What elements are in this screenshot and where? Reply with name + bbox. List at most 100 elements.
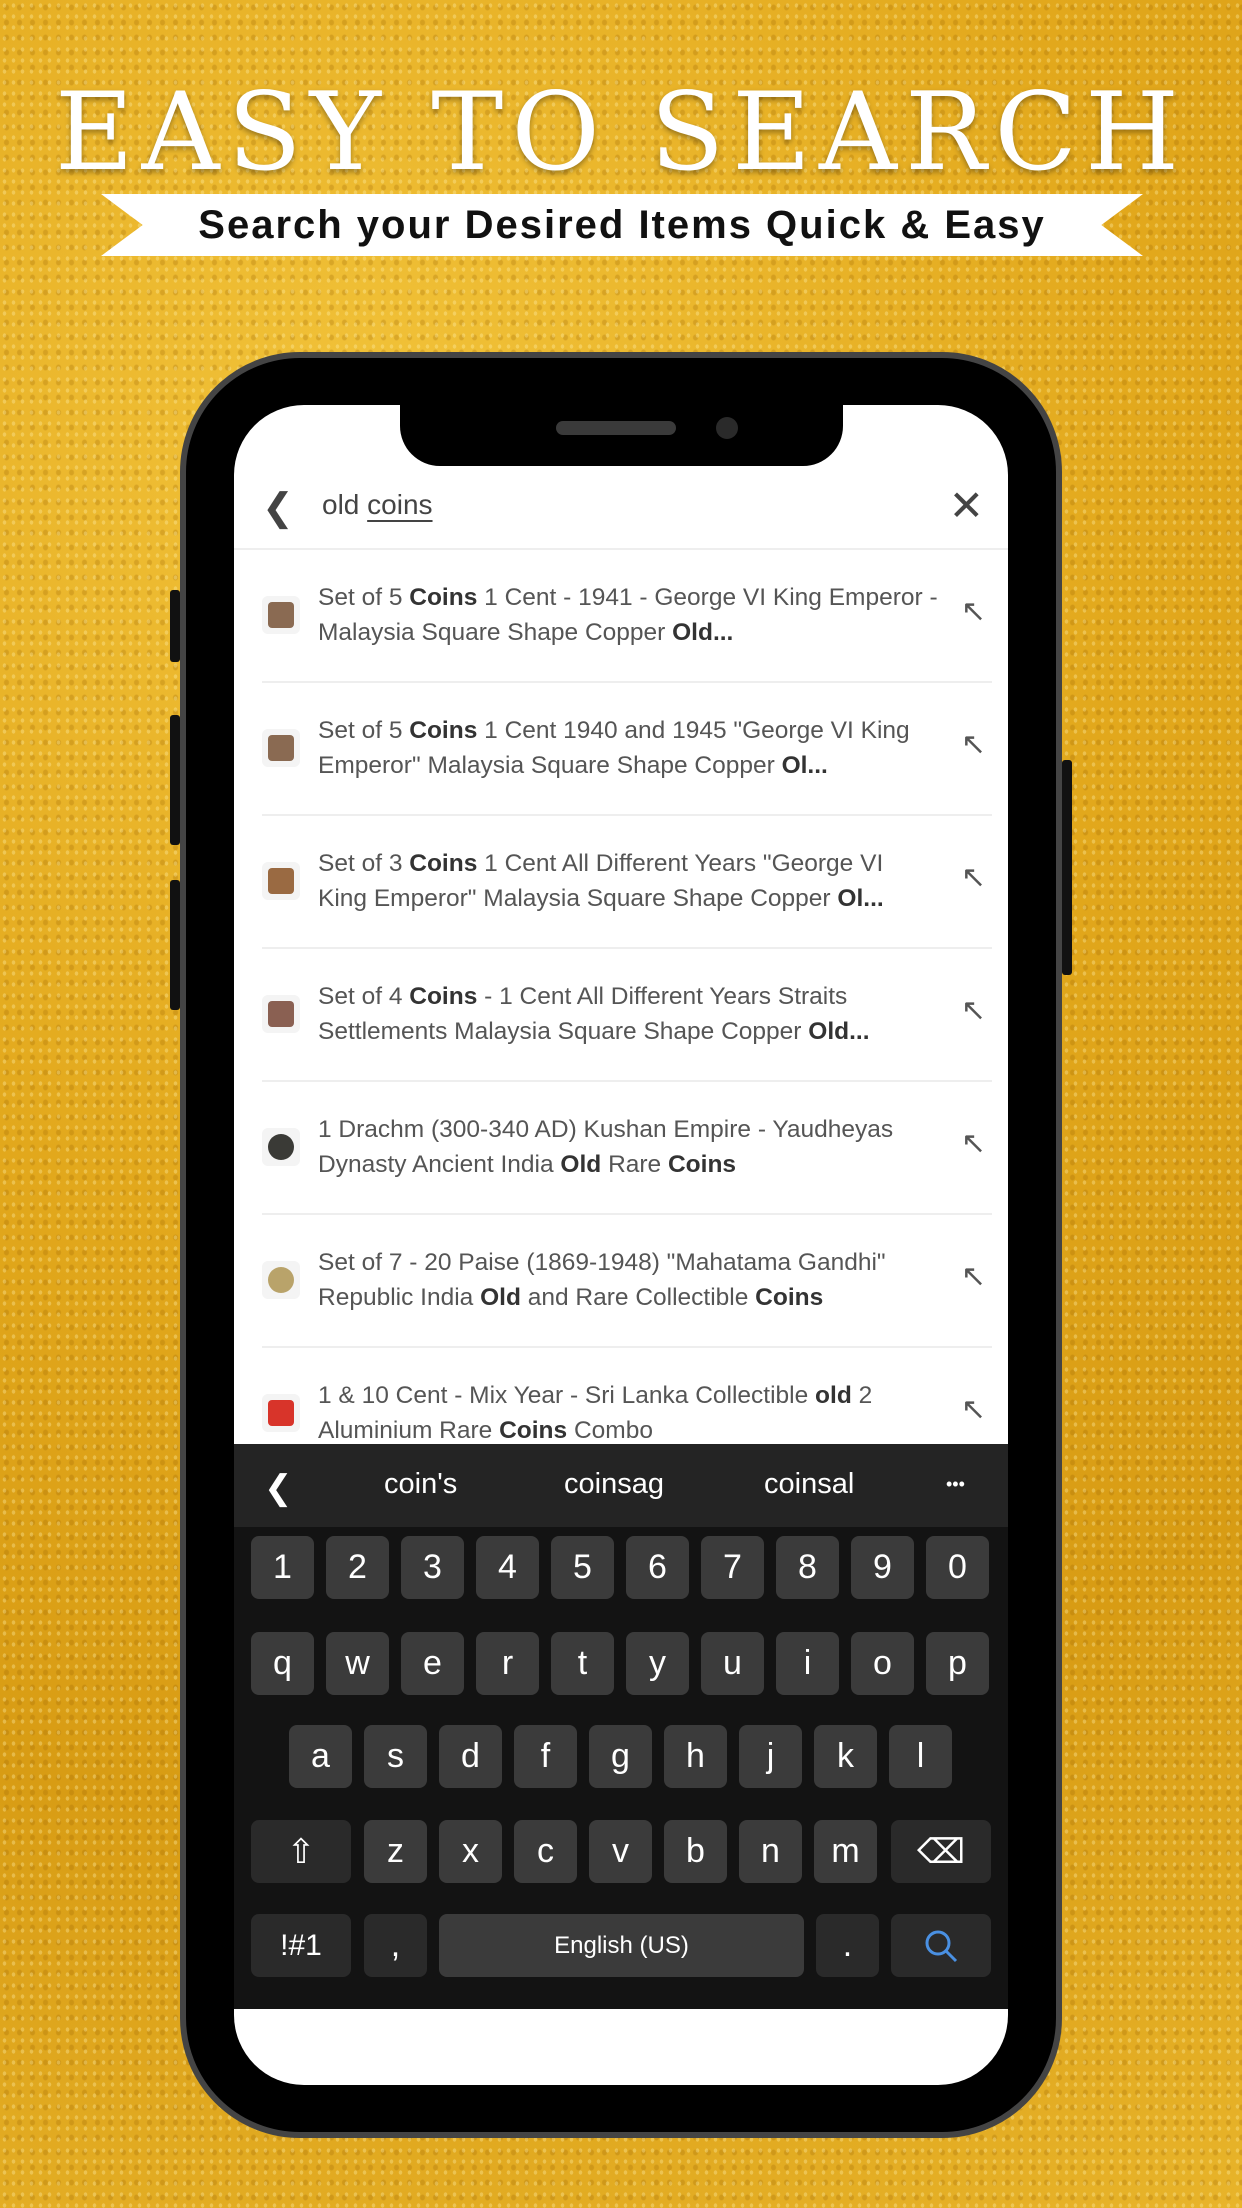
fill-query-arrow-icon[interactable]: ↖ [961,1392,986,1427]
key-9[interactable]: 9 [851,1536,914,1599]
text-segment: Ol... [781,752,828,779]
chevron-left-icon[interactable]: ❮ [262,485,294,530]
key-g[interactable]: g [589,1725,652,1788]
fill-query-arrow-icon[interactable]: ↖ [961,1126,986,1161]
text-segment: Coins [409,983,478,1010]
space-key[interactable]: English (US) [439,1914,804,1977]
text-segment: Coins [409,717,478,744]
word-suggestion[interactable]: coin's [384,1468,457,1501]
key-0[interactable]: 0 [926,1536,989,1599]
text-segment: Rare [601,1151,668,1178]
banner-title: EASY TO SEARCH [54,70,1188,195]
key-a[interactable]: a [289,1725,352,1788]
key-n[interactable]: n [739,1820,802,1883]
key-3[interactable]: 3 [401,1536,464,1599]
fill-query-arrow-icon[interactable]: ↖ [961,1259,986,1294]
comma-key[interactable]: , [364,1914,427,1977]
key-z[interactable]: z [364,1820,427,1883]
suggestion-bar: ❮ coin's coinsag coinsal ••• [234,1444,1008,1527]
query-text: old [322,489,368,520]
key-4[interactable]: 4 [476,1536,539,1599]
coin-thumbnail [262,1128,300,1166]
key-h[interactable]: h [664,1725,727,1788]
text-segment: Coins [499,1417,568,1444]
search-input[interactable]: old coins [322,489,433,521]
key-q[interactable]: q [251,1632,314,1695]
word-suggestion[interactable]: coinsal [764,1468,854,1501]
key-l[interactable]: l [889,1725,952,1788]
list-item[interactable]: 1 Drachm (300-340 AD) Kushan Empire - Ya… [262,1082,992,1215]
list-item[interactable]: Set of 5 Coins 1 Cent - 1941 - George VI… [262,550,992,683]
coin-thumbnail [262,1261,300,1299]
text-segment: Coins [667,1151,737,1178]
fill-query-arrow-icon[interactable]: ↖ [961,727,986,762]
fill-query-arrow-icon[interactable]: ↖ [961,594,986,629]
key-c[interactable]: c [514,1820,577,1883]
key-d[interactable]: d [439,1725,502,1788]
key-p[interactable]: p [926,1632,989,1695]
notch [400,405,843,466]
key-x[interactable]: x [439,1820,502,1883]
text-segment: Coins [409,584,478,611]
list-item[interactable]: Set of 7 - 20 Paise (1869-1948) "Mahatam… [262,1215,992,1348]
phone-button [170,715,180,845]
coin-thumbnail [262,596,300,634]
list-item[interactable]: Set of 4 Coins - 1 Cent All Different Ye… [262,949,992,1082]
key-b[interactable]: b [664,1820,727,1883]
keyboard: ❮ coin's coinsag coinsal ••• 1234567890q… [234,1444,1008,2009]
key-u[interactable]: u [701,1632,764,1695]
text-segment: Coins [409,850,478,877]
text-segment: 1 & 10 Cent - Mix Year - Sri Lanka Colle… [318,1382,816,1409]
key-6[interactable]: 6 [626,1536,689,1599]
key-8[interactable]: 8 [776,1536,839,1599]
key-1[interactable]: 1 [251,1536,314,1599]
key-e[interactable]: e [401,1632,464,1695]
shift-key[interactable]: ⇧ [251,1820,351,1883]
key-k[interactable]: k [814,1725,877,1788]
text-segment: and Rare Collectible [520,1284,756,1311]
key-j[interactable]: j [739,1725,802,1788]
close-icon[interactable]: ✕ [949,481,984,530]
suggestion-list: Set of 5 Coins 1 Cent - 1941 - George VI… [234,550,1008,1481]
key-7[interactable]: 7 [701,1536,764,1599]
symbols-key[interactable]: !#1 [251,1914,351,1977]
key-o[interactable]: o [851,1632,914,1695]
banner-subtitle: Search your Desired Items Quick & Easy [198,203,1046,247]
suggestion-text: Set of 5 Coins 1 Cent - 1941 - George VI… [318,580,938,650]
key-w[interactable]: w [326,1632,389,1695]
more-icon[interactable]: ••• [946,1474,965,1495]
backspace-key[interactable]: ⌫ [891,1820,991,1883]
phone-button [170,590,180,662]
key-y[interactable]: y [626,1632,689,1695]
fill-query-arrow-icon[interactable]: ↖ [961,993,986,1028]
search-icon[interactable] [891,1914,991,1977]
list-item[interactable]: Set of 3 Coins 1 Cent All Different Year… [262,816,992,949]
text-segment: Coins [755,1284,824,1311]
phone-button [1062,760,1072,975]
fill-query-arrow-icon[interactable]: ↖ [961,860,986,895]
chevron-left-icon[interactable]: ❮ [264,1468,293,1508]
key-2[interactable]: 2 [326,1536,389,1599]
coin-thumbnail [262,729,300,767]
text-segment: Set of 3 [318,850,410,877]
list-item[interactable]: Set of 5 Coins 1 Cent 1940 and 1945 "Geo… [262,683,992,816]
phone-button [170,880,180,1010]
phone-screen: ❮ old coins ✕ Set of 5 Coins 1 Cent - 19… [234,405,1008,2085]
key-m[interactable]: m [814,1820,877,1883]
key-s[interactable]: s [364,1725,427,1788]
text-segment: Combo [567,1417,653,1444]
key-r[interactable]: r [476,1632,539,1695]
suggestion-text: 1 Drachm (300-340 AD) Kushan Empire - Ya… [318,1112,938,1182]
period-key[interactable]: . [816,1914,879,1977]
key-i[interactable]: i [776,1632,839,1695]
suggestion-text: Set of 5 Coins 1 Cent 1940 and 1945 "Geo… [318,713,938,783]
key-t[interactable]: t [551,1632,614,1695]
text-segment: Set of 4 [318,983,410,1010]
key-v[interactable]: v [589,1820,652,1883]
text-segment: Set of 5 [318,584,410,611]
text-segment: Ol... [837,885,884,912]
key-5[interactable]: 5 [551,1536,614,1599]
suggestion-text: 1 & 10 Cent - Mix Year - Sri Lanka Colle… [318,1378,938,1448]
word-suggestion[interactable]: coinsag [564,1468,664,1501]
key-f[interactable]: f [514,1725,577,1788]
